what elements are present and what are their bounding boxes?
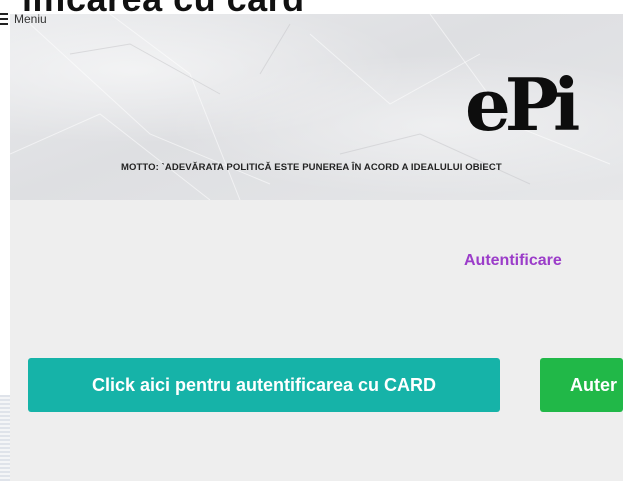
site-motto: MOTTO: `ADEVĂRATA POLITICĂ ESTE PUNEREA … [121, 162, 502, 173]
site-logo[interactable]: ePi [465, 69, 580, 141]
left-edge-decoration [0, 395, 10, 481]
authentication-link[interactable]: Autentificare [464, 252, 562, 270]
site-header: ePi MOTTO: `ADEVĂRATA POLITICĂ ESTE PUNE… [10, 14, 623, 200]
menu-toggle[interactable]: Meniu [0, 10, 47, 28]
main-content [10, 200, 623, 481]
hamburger-icon [0, 13, 8, 25]
page-heading: lificarea cu card [22, 0, 305, 20]
card-auth-button[interactable]: Click aici pentru autentificarea cu CARD [28, 358, 500, 412]
authenticate-button[interactable]: Auter [540, 358, 623, 412]
menu-label: Meniu [14, 12, 47, 26]
